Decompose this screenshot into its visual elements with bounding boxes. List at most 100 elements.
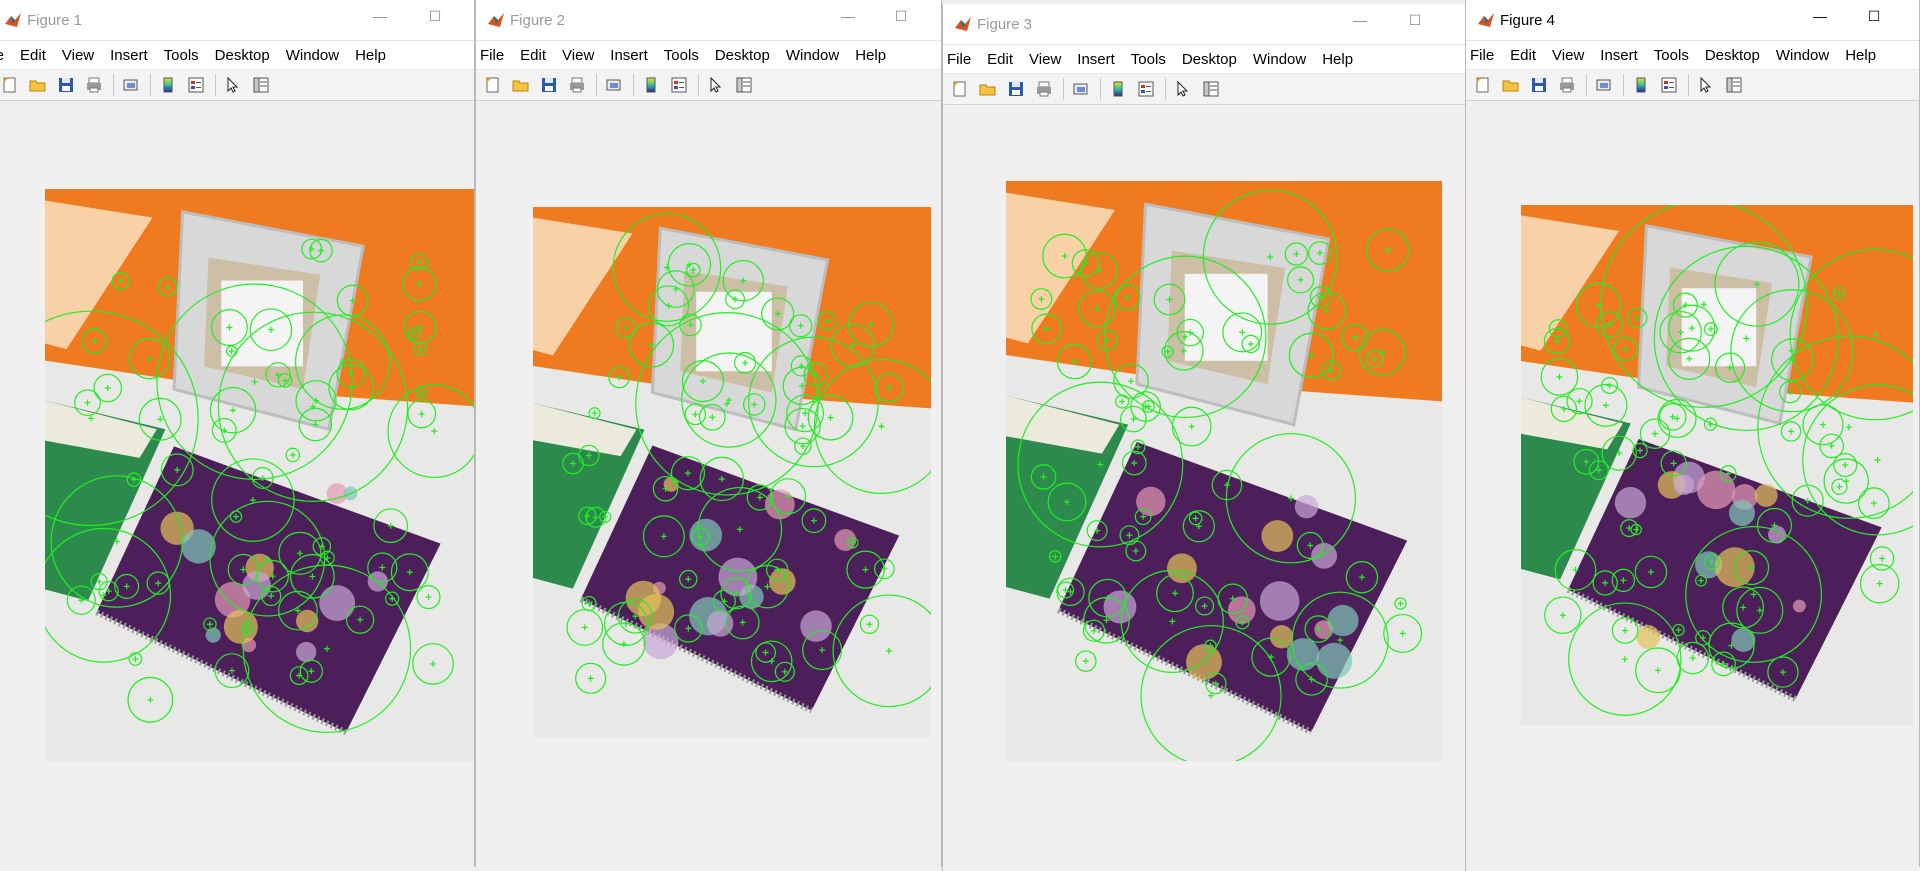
save-icon[interactable] bbox=[1528, 74, 1550, 96]
minimize-icon[interactable]: — bbox=[368, 8, 392, 24]
figure-window-3[interactable]: Figure 3 — ☐ File Edit View Insert Tools… bbox=[942, 4, 1466, 871]
menu-file[interactable]: ile bbox=[0, 45, 4, 66]
menu-window[interactable]: Window bbox=[1253, 49, 1306, 70]
menu-edit[interactable]: Edit bbox=[987, 49, 1013, 70]
link-plot-icon[interactable] bbox=[603, 74, 625, 96]
property-inspector-icon[interactable] bbox=[250, 74, 272, 96]
menu-tools[interactable]: Tools bbox=[664, 45, 699, 66]
title-bar[interactable]: Figure 3 — ☐ bbox=[943, 4, 1465, 45]
menu-desktop[interactable]: Desktop bbox=[215, 45, 270, 66]
menu-insert[interactable]: Insert bbox=[110, 45, 148, 66]
print-icon[interactable] bbox=[1033, 78, 1055, 100]
window-title: Figure 4 bbox=[1500, 12, 1556, 29]
title-bar[interactable]: Figure 4 — ☐ bbox=[1466, 0, 1919, 41]
minimize-icon[interactable]: — bbox=[1808, 8, 1832, 24]
menu-help[interactable]: Help bbox=[855, 45, 886, 66]
minimize-icon[interactable]: — bbox=[836, 8, 860, 24]
matlab-logo-icon bbox=[1478, 13, 1494, 27]
figure-window-2[interactable]: Figure 2 — ☐ File Edit View Insert Tools… bbox=[475, 0, 942, 867]
edit-plot-icon[interactable] bbox=[1695, 74, 1717, 96]
print-icon[interactable] bbox=[83, 74, 105, 96]
insert-legend-icon[interactable] bbox=[1135, 78, 1157, 100]
notebook-pattern bbox=[1728, 500, 1755, 527]
toolbar-separator bbox=[1688, 74, 1689, 96]
menu-window[interactable]: Window bbox=[1776, 45, 1829, 66]
menu-help[interactable]: Help bbox=[1322, 49, 1353, 70]
open-file-icon[interactable] bbox=[977, 78, 999, 100]
save-icon[interactable] bbox=[1005, 78, 1027, 100]
menu-desktop[interactable]: Desktop bbox=[1705, 45, 1760, 66]
menu-window[interactable]: Window bbox=[286, 45, 339, 66]
menu-help[interactable]: Help bbox=[1845, 45, 1876, 66]
new-figure-icon[interactable] bbox=[482, 74, 504, 96]
new-figure-icon[interactable] bbox=[0, 74, 21, 96]
save-icon[interactable] bbox=[538, 74, 560, 96]
menu-edit[interactable]: Edit bbox=[1510, 45, 1536, 66]
menu-bar: File Edit View Insert Tools Desktop Wind… bbox=[1466, 41, 1919, 69]
menu-help[interactable]: Help bbox=[355, 45, 386, 66]
menu-tools[interactable]: Tools bbox=[164, 45, 199, 66]
menu-insert[interactable]: Insert bbox=[610, 45, 648, 66]
print-icon[interactable] bbox=[1556, 74, 1578, 96]
insert-legend-icon[interactable] bbox=[668, 74, 690, 96]
feature-plot bbox=[533, 207, 931, 737]
link-plot-icon[interactable] bbox=[1070, 78, 1092, 100]
menu-view[interactable]: View bbox=[62, 45, 94, 66]
menu-tools[interactable]: Tools bbox=[1654, 45, 1689, 66]
new-figure-icon[interactable] bbox=[949, 78, 971, 100]
frame-picture bbox=[1681, 288, 1757, 367]
link-plot-icon[interactable] bbox=[1593, 74, 1615, 96]
menu-file[interactable]: File bbox=[947, 49, 971, 70]
feature-plot bbox=[1006, 181, 1442, 761]
menu-window[interactable]: Window bbox=[786, 45, 839, 66]
menu-bar: ile Edit View Insert Tools Desktop Windo… bbox=[0, 41, 474, 69]
menu-view[interactable]: View bbox=[562, 45, 594, 66]
menu-file[interactable]: File bbox=[1470, 45, 1494, 66]
insert-legend-icon[interactable] bbox=[185, 74, 207, 96]
property-inspector-icon[interactable] bbox=[1200, 78, 1222, 100]
menu-view[interactable]: View bbox=[1552, 45, 1584, 66]
open-file-icon[interactable] bbox=[27, 74, 49, 96]
insert-colorbar-icon[interactable] bbox=[640, 74, 662, 96]
menu-file[interactable]: File bbox=[480, 45, 504, 66]
save-icon[interactable] bbox=[55, 74, 77, 96]
menu-view[interactable]: View bbox=[1029, 49, 1061, 70]
open-file-icon[interactable] bbox=[510, 74, 532, 96]
edit-plot-icon[interactable] bbox=[1172, 78, 1194, 100]
new-figure-icon[interactable] bbox=[1472, 74, 1494, 96]
insert-colorbar-icon[interactable] bbox=[1630, 74, 1652, 96]
edit-plot-icon[interactable] bbox=[222, 74, 244, 96]
property-inspector-icon[interactable] bbox=[733, 74, 755, 96]
menu-edit[interactable]: Edit bbox=[20, 45, 46, 66]
insert-colorbar-icon[interactable] bbox=[157, 74, 179, 96]
insert-legend-icon[interactable] bbox=[1658, 74, 1680, 96]
menu-insert[interactable]: Insert bbox=[1600, 45, 1638, 66]
menu-bar: File Edit View Insert Tools Desktop Wind… bbox=[943, 45, 1465, 73]
maximize-icon[interactable]: ☐ bbox=[1403, 12, 1427, 29]
maximize-icon[interactable]: ☐ bbox=[889, 8, 913, 25]
menu-desktop[interactable]: Desktop bbox=[1182, 49, 1237, 70]
figure-toolbar bbox=[476, 69, 941, 101]
notebook-pattern bbox=[296, 641, 317, 663]
property-inspector-icon[interactable] bbox=[1723, 74, 1745, 96]
window-title: Figure 1 bbox=[27, 12, 83, 29]
title-bar[interactable]: Figure 2 — ☐ bbox=[476, 0, 941, 41]
title-bar[interactable]: Figure 1 — ☐ bbox=[0, 0, 474, 41]
window-title: Figure 2 bbox=[510, 12, 566, 29]
maximize-icon[interactable]: ☐ bbox=[1862, 8, 1886, 25]
print-icon[interactable] bbox=[566, 74, 588, 96]
maximize-icon[interactable]: ☐ bbox=[423, 8, 447, 25]
insert-colorbar-icon[interactable] bbox=[1107, 78, 1129, 100]
toolbar-separator bbox=[1623, 74, 1624, 96]
open-file-icon[interactable] bbox=[1500, 74, 1522, 96]
menu-edit[interactable]: Edit bbox=[520, 45, 546, 66]
minimize-icon[interactable]: — bbox=[1348, 12, 1372, 28]
menu-desktop[interactable]: Desktop bbox=[715, 45, 770, 66]
menu-tools[interactable]: Tools bbox=[1131, 49, 1166, 70]
figure-image-3 bbox=[1006, 181, 1442, 761]
figure-window-1[interactable]: Figure 1 — ☐ ile Edit View Insert Tools … bbox=[0, 0, 475, 867]
edit-plot-icon[interactable] bbox=[705, 74, 727, 96]
menu-insert[interactable]: Insert bbox=[1077, 49, 1115, 70]
link-plot-icon[interactable] bbox=[120, 74, 142, 96]
figure-window-4[interactable]: Figure 4 — ☐ File Edit View Insert Tools… bbox=[1465, 0, 1920, 867]
